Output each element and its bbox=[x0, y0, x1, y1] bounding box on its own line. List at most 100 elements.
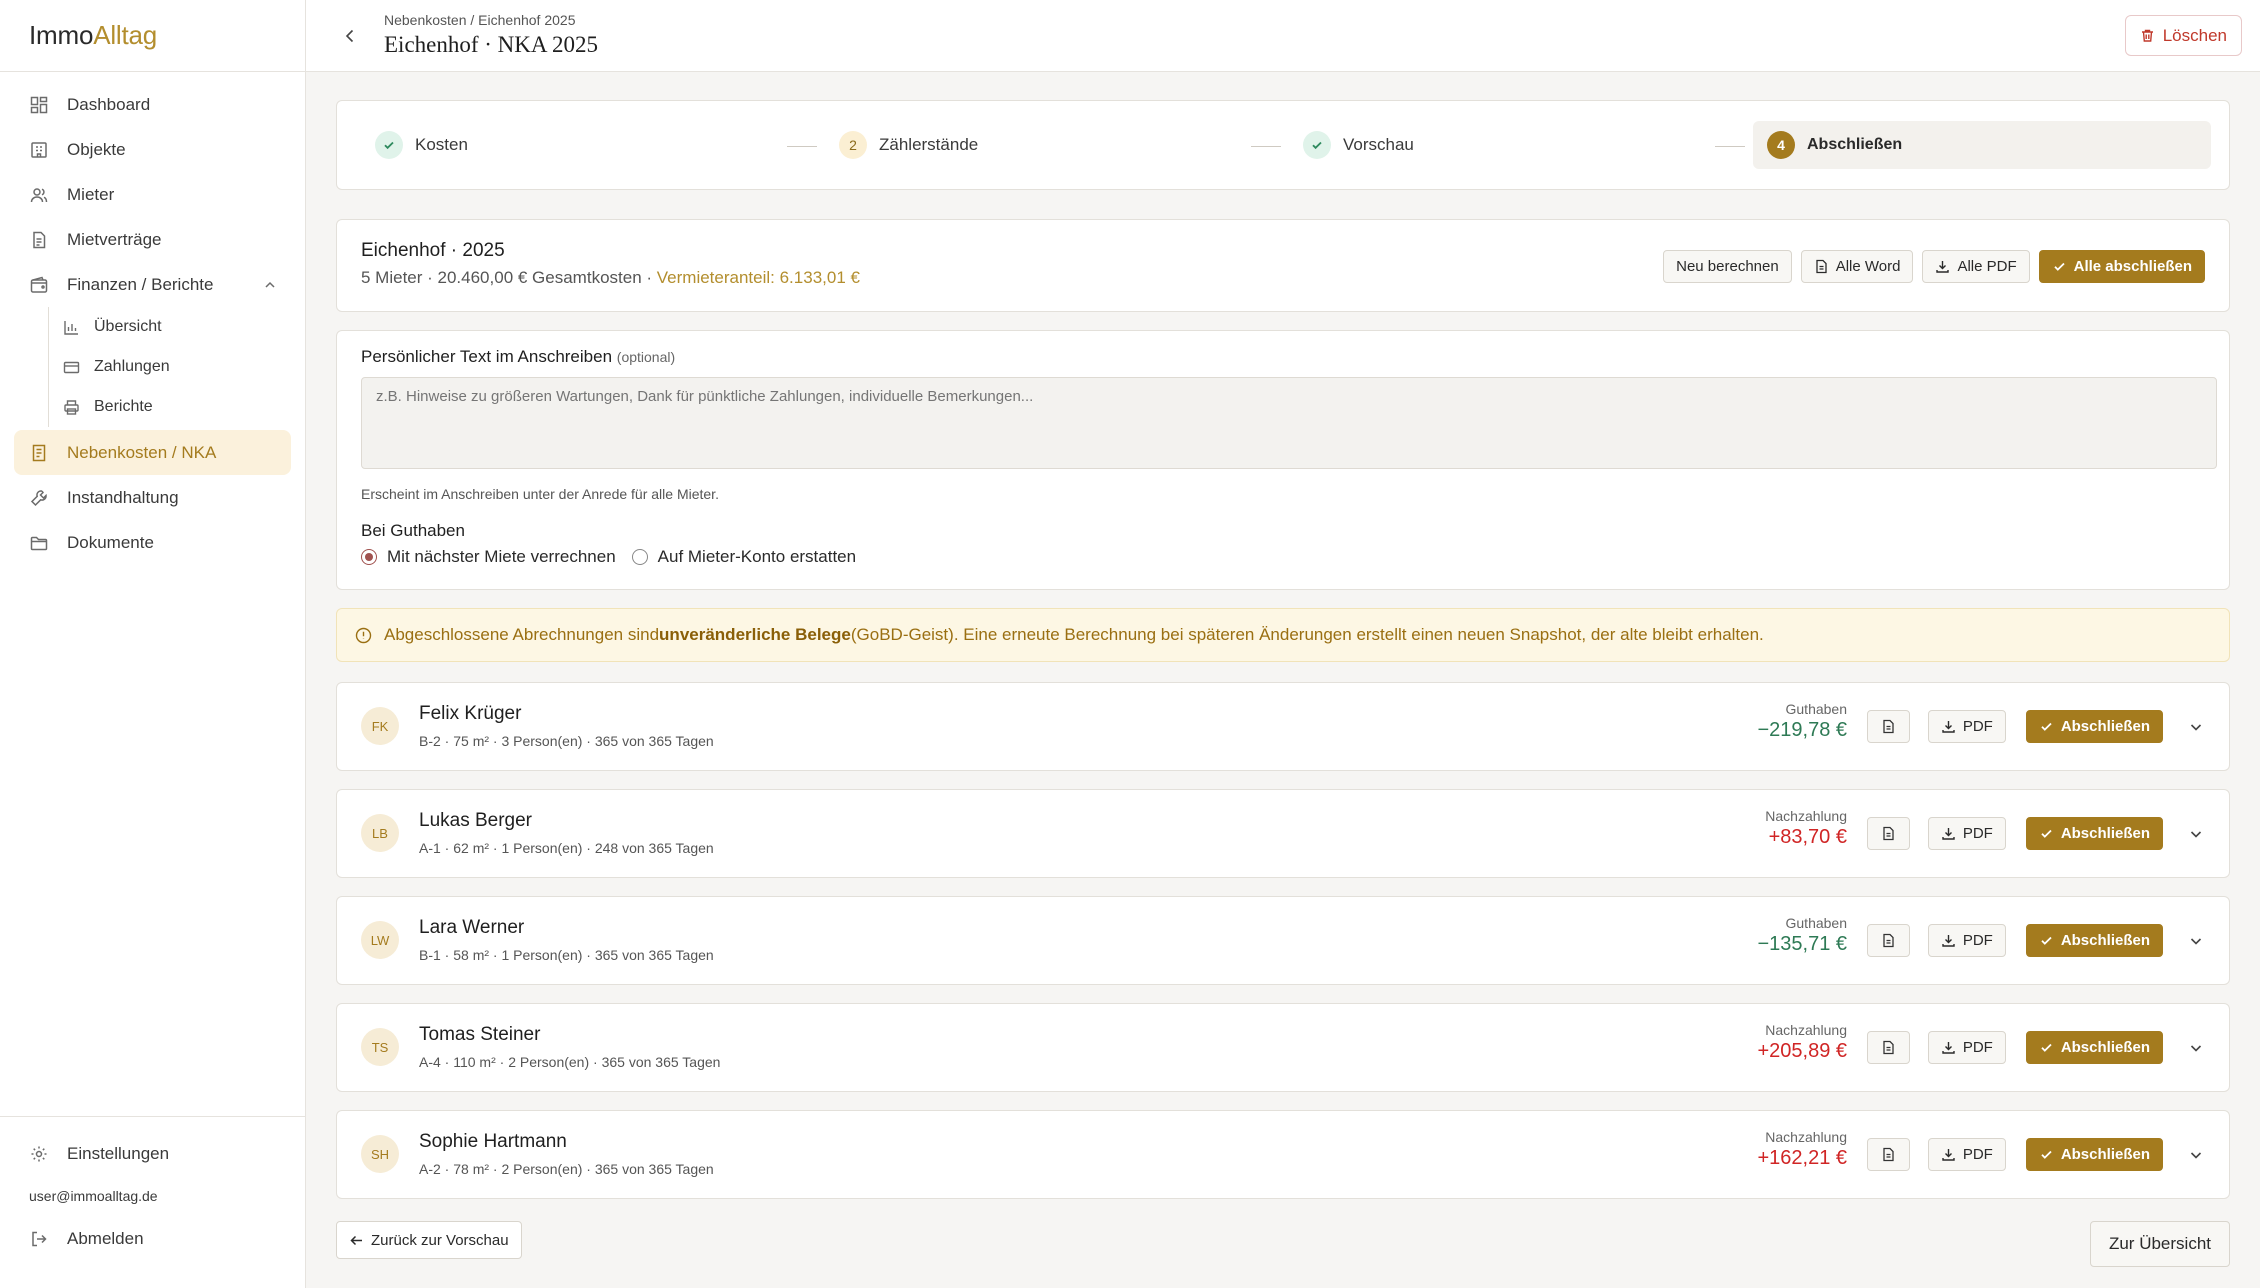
chevron-down-icon[interactable] bbox=[2187, 1039, 2205, 1057]
sidebar-item-finanzen[interactable]: Finanzen / Berichte bbox=[14, 262, 291, 307]
to-overview-button[interactable]: Zur Übersicht bbox=[2089, 1221, 2230, 1267]
settlement-amount: Nachzahlung +162,21 € bbox=[1757, 1129, 1847, 1170]
finish-button[interactable]: Abschließen bbox=[2025, 1031, 2163, 1064]
word-doc-button[interactable] bbox=[1866, 924, 1910, 957]
sidebar-subitem-uebersicht[interactable]: Übersicht bbox=[49, 307, 291, 347]
optional-hint: (optional) bbox=[616, 349, 676, 365]
word-doc-button[interactable] bbox=[1866, 710, 1910, 743]
trash-icon bbox=[2140, 28, 2155, 43]
pdf-button[interactable]: PDF bbox=[1927, 817, 2006, 850]
chevron-down-icon[interactable] bbox=[2187, 1146, 2205, 1164]
gear-icon bbox=[29, 1144, 49, 1164]
sidebar-item-dokumente[interactable]: Dokumente bbox=[14, 520, 291, 565]
check-icon bbox=[2039, 719, 2054, 734]
sidebar-item-objekte[interactable]: Objekte bbox=[14, 127, 291, 172]
avatar: SH bbox=[361, 1135, 399, 1173]
sidebar-item-dashboard[interactable]: Dashboard bbox=[14, 82, 291, 127]
pdf-button[interactable]: PDF bbox=[1927, 1138, 2006, 1171]
chevron-down-icon[interactable] bbox=[2187, 825, 2205, 843]
finish-button[interactable]: Abschließen bbox=[2025, 710, 2163, 743]
sidebar-item-einstellungen[interactable]: Einstellungen bbox=[14, 1131, 291, 1176]
download-icon bbox=[1941, 933, 1956, 948]
summary-card: Eichenhof · 2025 5 Mieter · 20.460,00 € … bbox=[336, 219, 2230, 312]
tenant-name: Tomas Steiner bbox=[419, 1024, 541, 1045]
all-pdf-label: Alle PDF bbox=[1957, 258, 2017, 275]
chevron-down-icon[interactable] bbox=[2187, 718, 2205, 736]
summary-meta-text: 5 Mieter · 20.460,00 € Gesamtkosten · bbox=[361, 268, 657, 287]
sidebar-item-label: Abmelden bbox=[67, 1228, 144, 1248]
logout-icon bbox=[29, 1229, 49, 1249]
letter-label: Persönlicher Text im Anschreiben (option… bbox=[361, 347, 675, 367]
sidebar-item-mieter[interactable]: Mieter bbox=[14, 172, 291, 217]
pdf-button[interactable]: PDF bbox=[1927, 710, 2006, 743]
sidebar-item-instandhaltung[interactable]: Instandhaltung bbox=[14, 475, 291, 520]
tenant-row: LW Lara Werner B-1 · 58 m² · 1 Person(en… bbox=[336, 896, 2230, 985]
radio-offset-rent[interactable] bbox=[361, 549, 377, 565]
word-doc-button[interactable] bbox=[1866, 1031, 1910, 1064]
step-number: 2 bbox=[839, 131, 867, 159]
finish-label: Abschließen bbox=[2060, 1039, 2150, 1056]
sidebar-subitem-berichte[interactable]: Berichte bbox=[49, 387, 291, 427]
pdf-button[interactable]: PDF bbox=[1927, 1031, 2006, 1064]
word-doc-button[interactable] bbox=[1866, 817, 1910, 850]
credit-option-label: Bei Guthaben bbox=[361, 521, 465, 540]
pdf-label: PDF bbox=[1962, 1146, 1993, 1163]
file-icon bbox=[1881, 719, 1896, 734]
tenant-meta: A-1 · 62 m² · 1 Person(en) · 248 von 365… bbox=[419, 840, 714, 856]
dashboard-icon bbox=[29, 95, 49, 115]
finish-button[interactable]: Abschließen bbox=[2025, 817, 2163, 850]
word-doc-button[interactable] bbox=[1866, 1138, 1910, 1171]
chevron-up-icon[interactable] bbox=[263, 278, 277, 292]
all-word-button[interactable]: Alle Word bbox=[1800, 250, 1914, 283]
check-icon bbox=[2039, 826, 2054, 841]
breadcrumb[interactable]: Nebenkosten / Eichenhof 2025 bbox=[384, 12, 575, 28]
sidebar-subitem-label: Berichte bbox=[94, 398, 153, 415]
sidebar-subitem-zahlungen[interactable]: Zahlungen bbox=[49, 347, 291, 387]
step-label: Abschließen bbox=[1807, 136, 1903, 153]
check-icon bbox=[375, 131, 403, 159]
step-vorschau[interactable]: Vorschau bbox=[1303, 131, 1414, 159]
settlement-value: −219,78 € bbox=[1757, 719, 1847, 741]
sidebar-item-mietvertraege[interactable]: Mietverträge bbox=[14, 217, 291, 262]
chevron-down-icon[interactable] bbox=[2187, 932, 2205, 950]
download-icon bbox=[1941, 1040, 1956, 1055]
finish-label: Abschließen bbox=[2060, 932, 2150, 949]
document-icon bbox=[29, 230, 49, 250]
page-title: Eichenhof · NKA 2025 bbox=[384, 32, 598, 57]
step-kosten[interactable]: Kosten bbox=[375, 131, 468, 159]
step-label: Zählerstände bbox=[879, 135, 979, 154]
finish-button[interactable]: Abschließen bbox=[2025, 924, 2163, 957]
radio-refund-account-label[interactable]: Auf Mieter-Konto erstatten bbox=[658, 547, 856, 567]
recalculate-button[interactable]: Neu berechnen bbox=[1663, 250, 1792, 283]
sidebar-item-nebenkosten[interactable]: Nebenkosten / NKA bbox=[14, 430, 291, 475]
file-icon bbox=[1881, 933, 1896, 948]
tenant-name: Felix Krüger bbox=[419, 703, 522, 724]
summary-actions: Neu berechnen Alle Word Alle PDF Alle ab… bbox=[1663, 250, 2205, 283]
personal-text-input[interactable] bbox=[361, 377, 2217, 469]
settlement-amount: Nachzahlung +205,89 € bbox=[1757, 1022, 1847, 1063]
back-arrow-icon[interactable] bbox=[338, 24, 362, 48]
step-zaehlerstaende[interactable]: 2 Zählerstände bbox=[839, 131, 978, 159]
back-to-preview-button[interactable]: Zurück zur Vorschau bbox=[336, 1221, 522, 1259]
delete-button[interactable]: Löschen bbox=[2124, 15, 2242, 56]
step-label: Vorschau bbox=[1343, 135, 1414, 154]
logo-part-1: Immo bbox=[29, 20, 94, 50]
logout-button[interactable]: Abmelden bbox=[14, 1216, 291, 1261]
check-icon bbox=[2052, 259, 2067, 274]
wallet-icon bbox=[29, 275, 49, 295]
all-pdf-button[interactable]: Alle PDF bbox=[1922, 250, 2030, 283]
settlement-kind: Guthaben bbox=[1785, 701, 1848, 717]
step-abschliessen[interactable]: 4 Abschließen bbox=[1753, 121, 2211, 169]
pdf-button[interactable]: PDF bbox=[1927, 924, 2006, 957]
finish-button[interactable]: Abschließen bbox=[2025, 1138, 2163, 1171]
printer-icon bbox=[63, 399, 80, 416]
pdf-label: PDF bbox=[1962, 932, 1993, 949]
app-logo[interactable]: Immo Alltag bbox=[0, 0, 305, 72]
finish-all-button[interactable]: Alle abschließen bbox=[2038, 250, 2205, 283]
pdf-label: PDF bbox=[1962, 825, 1993, 842]
radio-refund-account[interactable] bbox=[631, 549, 648, 565]
step-divider bbox=[1715, 146, 1745, 147]
radio-offset-rent-label[interactable]: Mit nächster Miete verrechnen bbox=[387, 547, 616, 567]
download-icon bbox=[1941, 826, 1956, 841]
delete-label: Löschen bbox=[2162, 25, 2227, 45]
